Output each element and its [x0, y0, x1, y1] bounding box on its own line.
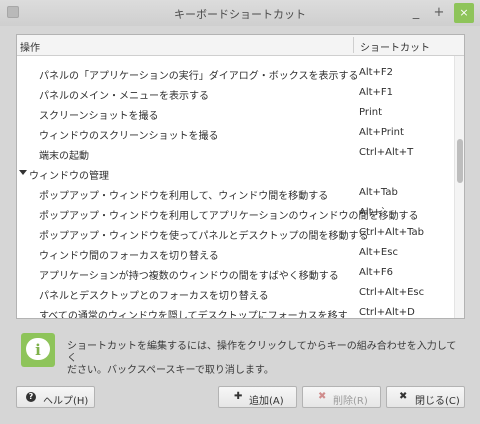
- shortcut-key-label[interactable]: Alt+F1: [359, 87, 393, 98]
- action-label: スクリーンショットを撮る: [39, 111, 159, 122]
- shortcut-key-label[interactable]: Ctrl+Alt+Tab: [359, 227, 424, 238]
- table-row[interactable]: ポップアップ・ウィンドウを利用してアプリケーションのウィンドウの間を移動する Al…: [17, 202, 453, 222]
- table-row[interactable]: ウィンドウ間のフォーカスを切り替える Alt+Esc: [17, 242, 453, 262]
- add-button-label: 追加(A): [249, 396, 284, 407]
- shortcut-key-label[interactable]: Alt+Print: [359, 127, 404, 138]
- shortcut-key-label[interactable]: Alt+Esc: [359, 247, 398, 258]
- shortcut-key-label[interactable]: Ctrl+Alt+D: [359, 307, 415, 318]
- title-bar[interactable]: キーボードショートカット _ + ×: [0, 0, 480, 26]
- shortcut-key-label[interactable]: Alt+F6: [359, 267, 393, 278]
- info-message: ショートカットを編集するには、操作をクリックしてからキーの組み合わせを入力してく…: [67, 341, 457, 377]
- delete-button-label: 削除(R): [333, 396, 368, 407]
- expander-arrow-icon[interactable]: [19, 170, 27, 175]
- column-header-shortcut[interactable]: ショートカット: [360, 39, 430, 54]
- info-letter-icon: i: [35, 341, 41, 359]
- info-bubble-icon: i: [26, 338, 50, 360]
- help-icon: ?: [26, 392, 36, 402]
- delete-button[interactable]: ✖ 削除(R): [302, 386, 381, 408]
- info-icon: i: [21, 333, 55, 367]
- action-label: アプリケーションが持つ複数のウィンドウの間をすばやく移動する: [39, 271, 339, 282]
- keyboard-shortcuts-window: キーボードショートカット _ + × 操作 ショートカット パネルの「アプリケー…: [0, 0, 480, 424]
- delete-x-icon: ✖: [318, 391, 327, 402]
- shortcut-key-label[interactable]: Alt+Tab: [359, 187, 398, 198]
- action-label: 端末の起動: [39, 151, 89, 162]
- help-button-label: ヘルプ(H): [43, 396, 89, 407]
- category-row[interactable]: ウィンドウの管理: [17, 162, 453, 182]
- column-header: 操作 ショートカット: [17, 35, 464, 56]
- action-label: ポップアップ・ウィンドウを利用して、ウィンドウ間を移動する: [39, 191, 329, 202]
- action-label: パネルのメイン・メニューを表示する: [39, 91, 209, 102]
- action-label: ウィンドウ間のフォーカスを切り替える: [39, 251, 219, 262]
- maximize-button[interactable]: +: [429, 3, 449, 23]
- action-label: すべての通常のウィンドウを隠してデスクトップにフォーカスを移す: [39, 311, 348, 318]
- shortcut-key-label[interactable]: Ctrl+Alt+Esc: [359, 287, 424, 298]
- shortcut-rows: パネルの「アプリケーションの実行」ダイアログ・ボックスを表示する Alt+F2 パネ…: [17, 56, 453, 318]
- table-row[interactable]: ポップアップ・ウィンドウを使ってパネルとデスクトップの間を移動する Ctrl+Al…: [17, 222, 453, 242]
- close-button[interactable]: ✖ 閉じる(C): [386, 386, 465, 408]
- shortcut-key-label[interactable]: Print: [359, 107, 382, 118]
- help-button[interactable]: ? ヘルプ(H): [16, 386, 95, 408]
- action-label: パネルの「アプリケーションの実行」ダイアログ・ボックスを表示する: [39, 71, 359, 82]
- table-row[interactable]: ポップアップ・ウィンドウを利用して、ウィンドウ間を移動する Alt+Tab: [17, 182, 453, 202]
- table-row[interactable]: パネルのメイン・メニューを表示する Alt+F1: [17, 82, 453, 102]
- column-divider[interactable]: [353, 37, 354, 53]
- action-label: ウィンドウのスクリーンショットを撮る: [39, 131, 219, 142]
- close-button-label: 閉じる(C): [415, 396, 460, 407]
- close-window-button[interactable]: ×: [454, 3, 474, 23]
- vertical-scrollbar[interactable]: [454, 56, 464, 318]
- table-row[interactable]: 端末の起動 Ctrl+Alt+T: [17, 142, 453, 162]
- close-x-icon: ✖: [399, 391, 408, 402]
- shortcut-key-label[interactable]: Alt+`: [359, 207, 386, 218]
- table-row[interactable]: パネルの「アプリケーションの実行」ダイアログ・ボックスを表示する Alt+F2: [17, 62, 453, 82]
- action-label: パネルとデスクトップとのフォーカスを切り替える: [39, 291, 269, 302]
- minimize-button[interactable]: _: [406, 3, 426, 23]
- info-message-line-1: ショートカットを編集するには、操作をクリックしてからキーの組み合わせを入力してく: [67, 341, 457, 364]
- table-row[interactable]: パネルとデスクトップとのフォーカスを切り替える Ctrl+Alt+Esc: [17, 282, 453, 302]
- add-button[interactable]: ✚ 追加(A): [218, 386, 297, 408]
- category-label: ウィンドウの管理: [29, 171, 109, 182]
- table-row[interactable]: すべての通常のウィンドウを隠してデスクトップにフォーカスを移す Ctrl+Alt+…: [17, 302, 453, 318]
- plus-icon: ✚: [234, 391, 243, 402]
- shortcut-list[interactable]: 操作 ショートカット パネルの「アプリケーションの実行」ダイアログ・ボックスを表…: [16, 34, 465, 319]
- shortcut-key-label[interactable]: Alt+F2: [359, 67, 393, 78]
- table-row[interactable]: アプリケーションが持つ複数のウィンドウの間をすばやく移動する Alt+F6: [17, 262, 453, 282]
- scrollbar-thumb[interactable]: [457, 139, 463, 183]
- table-row[interactable]: スクリーンショットを撮る Print: [17, 102, 453, 122]
- shortcut-key-label[interactable]: Ctrl+Alt+T: [359, 147, 413, 158]
- column-header-action[interactable]: 操作: [20, 39, 40, 54]
- info-message-line-2: ださい。バックスペースキーで取り消します。: [67, 365, 274, 376]
- action-label: ポップアップ・ウィンドウを使ってパネルとデスクトップの間を移動する: [39, 231, 369, 242]
- table-row[interactable]: ウィンドウのスクリーンショットを撮る Alt+Print: [17, 122, 453, 142]
